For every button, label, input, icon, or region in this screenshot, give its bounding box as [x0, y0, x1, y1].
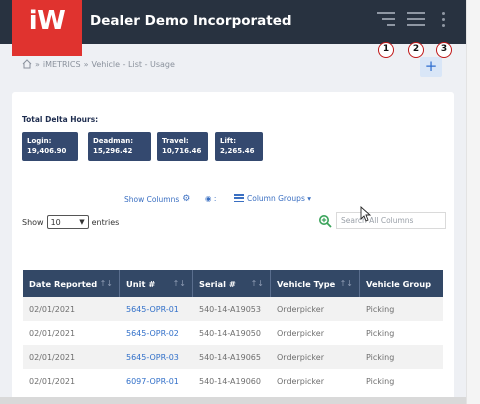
table-row[interactable]: 02/01/2021 5645-OPR-01 540-14-A19053 Ord… [23, 297, 443, 321]
cell-serial: 540-14-A19053 [199, 304, 261, 314]
sort-icon: ↑↓ [172, 279, 186, 288]
stat-value: 2,265.46 [220, 147, 255, 155]
menu-icon[interactable] [407, 12, 425, 32]
show-entries: Show 10 ▼ entries [22, 215, 119, 229]
header-label: Unit # [126, 278, 156, 289]
search-plus-icon[interactable] [318, 214, 332, 228]
cell-date: 02/01/2021 [29, 304, 76, 314]
table-header: Date Reported ↑↓ Unit # ↑↓ Serial # ↑↓ V… [23, 270, 443, 297]
callout-1: 1 [378, 42, 394, 58]
search-input[interactable]: Search All Columns [336, 212, 446, 229]
col-unit[interactable]: Unit # ↑↓ [120, 270, 193, 297]
logo-text: iW [28, 6, 66, 36]
cell-group: Picking [366, 328, 395, 338]
column-groups-label: Column Groups ▾ [247, 194, 311, 204]
breadcrumb-separator: » [83, 59, 89, 69]
show-columns-label: Show Columns [124, 194, 180, 204]
more-vertical-icon[interactable] [440, 12, 446, 32]
table-row[interactable]: 02/01/2021 5645-OPR-03 540-14-A19065 Ord… [23, 345, 443, 369]
cell-date: 02/01/2021 [29, 376, 76, 386]
cell-group: Picking [366, 352, 395, 362]
callout-3: 3 [436, 42, 452, 58]
cell-serial: 540-14-A19050 [199, 328, 261, 338]
breadcrumb-current: Vehicle - List - Usage [91, 59, 175, 69]
cell-unit-link[interactable]: 6097-OPR-01 [120, 369, 193, 393]
cell-type: Orderpicker [277, 352, 324, 362]
logo[interactable]: iW [12, 0, 82, 56]
cell-type: Orderpicker [277, 376, 324, 386]
app-window: Dealer Demo Incorporated iW 1 2 3 » iMET… [0, 0, 480, 404]
sort-icon: ↑↓ [339, 279, 353, 288]
stat-label: Login: [27, 137, 52, 145]
stat-label: Deadman: [93, 137, 134, 145]
content-card: Total Delta Hours: Login: 19,406.90 Dead… [12, 92, 454, 404]
cell-type: Orderpicker [277, 328, 324, 338]
columns-gear-icon: ⚙ [182, 194, 191, 204]
header-label: Serial # [199, 278, 236, 289]
stat-login: Login: 19,406.90 [22, 132, 78, 161]
horizontal-scrollbar[interactable] [0, 397, 466, 404]
search-area: Search All Columns [318, 212, 446, 229]
breadcrumb-separator: » [35, 59, 40, 69]
company-name: Dealer Demo Incorporated [90, 13, 292, 29]
col-vehicle-type[interactable]: Vehicle Type ↑↓ [271, 270, 360, 297]
cell-group: Picking [366, 304, 395, 314]
header-label: Vehicle Type [277, 278, 336, 289]
sort-icon: ↑↓ [250, 279, 264, 288]
eye-icon: ◉ : [205, 194, 217, 203]
header-label: Vehicle Group [366, 278, 432, 289]
entries-label: entries [91, 217, 120, 227]
filter-lines-icon[interactable] [377, 12, 395, 32]
list-icon [234, 194, 244, 204]
stat-value: 19,406.90 [27, 147, 67, 155]
cell-date: 02/01/2021 [29, 352, 76, 362]
home-icon[interactable] [22, 59, 32, 69]
add-button[interactable]: + [420, 57, 442, 77]
stat-label: Travel: [162, 137, 189, 145]
vehicle-table: Date Reported ↑↓ Unit # ↑↓ Serial # ↑↓ V… [23, 270, 443, 393]
col-serial[interactable]: Serial # ↑↓ [193, 270, 271, 297]
cell-unit-link[interactable]: 5645-OPR-01 [120, 297, 193, 321]
stat-value: 10,716.46 [162, 147, 202, 155]
col-vehicle-group[interactable]: Vehicle Group [360, 270, 443, 297]
table-row[interactable]: 02/01/2021 6097-OPR-01 540-14-A19060 Ord… [23, 369, 443, 393]
column-groups-button[interactable]: Column Groups ▾ [234, 194, 311, 204]
show-columns-button[interactable]: Show Columns ⚙ [124, 194, 190, 204]
visibility-toggle[interactable]: ◉ : [205, 194, 216, 203]
header-label: Date Reported [29, 278, 98, 289]
cell-date: 02/01/2021 [29, 328, 76, 338]
table-row[interactable]: 02/01/2021 5645-OPR-02 540-14-A19050 Ord… [23, 321, 443, 345]
cell-unit-link[interactable]: 5645-OPR-02 [120, 321, 193, 345]
cell-serial: 540-14-A19060 [199, 376, 261, 386]
chevron-down-icon: ▼ [79, 218, 85, 226]
col-date-reported[interactable]: Date Reported ↑↓ [23, 270, 120, 297]
entries-value: 10 [50, 217, 61, 227]
breadcrumb-imetrics[interactable]: iMETRICS [43, 60, 81, 69]
stat-travel: Travel: 10,716.46 [157, 132, 208, 161]
stat-deadman: Deadman: 15,296.42 [88, 132, 151, 161]
stat-lift: Lift: 2,265.46 [215, 132, 263, 161]
callout-2: 2 [408, 42, 424, 58]
entries-select[interactable]: 10 ▼ [46, 215, 89, 229]
cell-unit-link[interactable]: 5645-OPR-03 [120, 345, 193, 369]
cell-type: Orderpicker [277, 304, 324, 314]
delta-title: Total Delta Hours: [22, 115, 99, 124]
show-label: Show [22, 217, 44, 227]
cell-group: Picking [366, 376, 395, 386]
stat-value: 15,296.42 [93, 147, 133, 155]
breadcrumb: » iMETRICS » Vehicle - List - Usage [22, 59, 175, 69]
cell-serial: 540-14-A19065 [199, 352, 261, 362]
stat-label: Lift: [220, 137, 237, 145]
mouse-cursor-icon [360, 206, 372, 222]
sort-icon: ↑↓ [99, 279, 113, 288]
vertical-scrollbar[interactable] [466, 0, 480, 404]
